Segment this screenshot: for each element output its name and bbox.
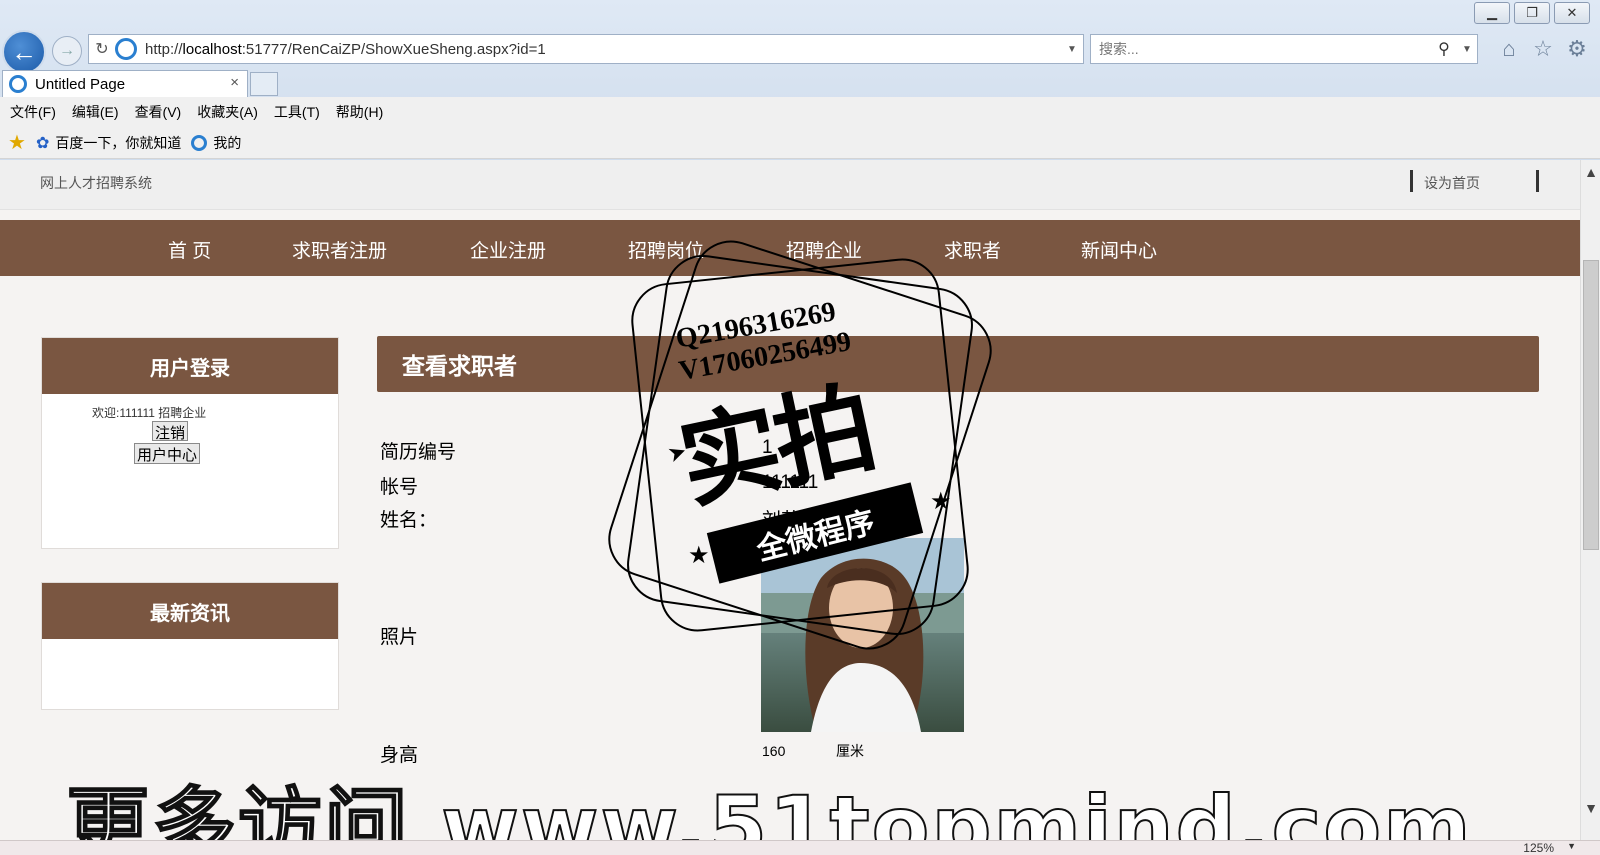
- news-panel: 最新资讯: [41, 582, 339, 710]
- resume-id-value: 1: [762, 437, 773, 458]
- set-home-link[interactable]: 设为首页: [1424, 173, 1480, 193]
- favorites-bar: ★ ✿ 百度一下，你就知道 我的: [0, 127, 1600, 159]
- vertical-scrollbar[interactable]: ▲ ▼: [1580, 160, 1600, 840]
- photo-label: 照片: [380, 627, 419, 648]
- ie-page-icon: [115, 38, 137, 60]
- scroll-up-icon[interactable]: ▲: [1581, 164, 1600, 180]
- forward-arrow-icon[interactable]: →: [52, 36, 82, 66]
- nav-jobseeker-register[interactable]: 求职者注册: [292, 236, 387, 263]
- search-icon[interactable]: ⚲: [1431, 39, 1457, 59]
- height-label: 身高: [380, 745, 419, 766]
- account-label: 帐号: [380, 477, 419, 498]
- restore-icon[interactable]: ❐: [1514, 2, 1550, 24]
- news-panel-title: 最新资讯: [42, 583, 338, 639]
- height-unit: 厘米: [836, 743, 864, 759]
- user-center-button[interactable]: 用户中心: [134, 443, 201, 464]
- url-host: localhost: [182, 40, 242, 58]
- scroll-thumb[interactable]: [1583, 260, 1599, 550]
- favorites-star-icon[interactable]: ★: [8, 130, 26, 155]
- star-icon[interactable]: ☆: [1528, 34, 1558, 64]
- nav-home[interactable]: 首 页: [168, 236, 211, 263]
- resume-id-label: 简历编号: [380, 442, 457, 463]
- search-dropdown-icon[interactable]: ▼: [1457, 44, 1477, 55]
- height-value: 160: [762, 743, 786, 759]
- back-arrow-icon[interactable]: ←: [2, 30, 46, 74]
- url-prefix: http://: [145, 40, 183, 58]
- nav-hiring-companies[interactable]: 招聘企业: [786, 236, 862, 263]
- site-topbar: 网上人才招聘系统 设为首页: [0, 160, 1580, 210]
- status-bar: 125% ▼: [0, 840, 1600, 855]
- tab-close-icon[interactable]: ×: [230, 74, 239, 91]
- gear-icon[interactable]: ⚙: [1562, 34, 1592, 64]
- account-value: 111111: [762, 472, 819, 493]
- close-window-icon[interactable]: ✕: [1554, 2, 1590, 24]
- ie-tab-icon: [9, 75, 27, 93]
- browser-chrome: ▁ ❐ ✕ ← → ↻ http://localhost:51777/RenCa…: [0, 0, 1600, 161]
- baidu-paw-icon: ✿: [35, 134, 50, 152]
- menu-file[interactable]: 文件(F): [10, 102, 56, 122]
- scroll-down-icon[interactable]: ▼: [1581, 800, 1600, 816]
- nav-news-center[interactable]: 新闻中心: [1081, 236, 1157, 263]
- topbar-divider: [1536, 170, 1539, 192]
- login-panel-title: 用户登录: [42, 338, 338, 394]
- minimize-icon[interactable]: ▁: [1474, 2, 1510, 24]
- nav-company-register[interactable]: 企业注册: [470, 236, 546, 263]
- window-controls: ▁ ❐ ✕: [1474, 2, 1590, 24]
- url-text[interactable]: http://localhost:51777/RenCaiZP/ShowXueS…: [145, 41, 1061, 58]
- menu-view[interactable]: 查看(V): [135, 102, 182, 122]
- menu-bar: 文件(F) 编辑(E) 查看(V) 收藏夹(A) 工具(T) 帮助(H): [0, 97, 1600, 127]
- tab-title: Untitled Page: [35, 75, 126, 93]
- ie-favorite-icon: [191, 134, 208, 151]
- main-nav: 首 页 求职者注册 企业注册 招聘岗位 招聘企业 求职者 新闻中心: [0, 220, 1580, 276]
- topbar-divider: [1410, 170, 1413, 192]
- zoom-level[interactable]: 125%: [1523, 841, 1554, 855]
- search-input[interactable]: [1099, 41, 1431, 57]
- jobseeker-photo: [761, 538, 964, 732]
- search-box[interactable]: ⚲ ▼: [1090, 34, 1478, 64]
- tab-row: Untitled Page ×: [0, 70, 1600, 97]
- navigation-row: ← → ↻ http://localhost:51777/RenCaiZP/Sh…: [0, 30, 1600, 74]
- name-value: 刘若: [762, 510, 801, 531]
- nav-job-positions[interactable]: 招聘岗位: [628, 236, 704, 263]
- url-path: :51777/RenCaiZP/ShowXueSheng.aspx?id=1: [241, 40, 546, 58]
- favorite-link-mine[interactable]: 我的: [213, 133, 241, 153]
- address-bar[interactable]: ↻ http://localhost:51777/RenCaiZP/ShowXu…: [88, 34, 1084, 64]
- new-tab-button[interactable]: [250, 72, 278, 96]
- logout-button[interactable]: 注销: [152, 421, 189, 442]
- refresh-icon[interactable]: ↻: [89, 39, 115, 59]
- menu-favorites[interactable]: 收藏夹(A): [197, 102, 258, 122]
- menu-help[interactable]: 帮助(H): [336, 102, 383, 122]
- menu-edit[interactable]: 编辑(E): [72, 102, 119, 122]
- nav-jobseekers[interactable]: 求职者: [944, 236, 1001, 263]
- portrait-illustration: [761, 538, 964, 732]
- name-label: 姓名：: [380, 510, 438, 531]
- home-icon[interactable]: ⌂: [1494, 34, 1524, 64]
- content-title: 查看求职者: [377, 336, 1539, 392]
- site-name: 网上人才招聘系统: [40, 175, 152, 191]
- zoom-dropdown-icon[interactable]: ▼: [1567, 841, 1576, 851]
- address-dropdown-icon[interactable]: ▼: [1061, 44, 1083, 55]
- menu-tools[interactable]: 工具(T): [274, 102, 320, 122]
- tab-active[interactable]: Untitled Page ×: [2, 70, 248, 97]
- favorite-link-baidu[interactable]: 百度一下，你就知道: [55, 133, 181, 153]
- page-viewport: 网上人才招聘系统 设为首页 首 页 求职者注册 企业注册 招聘岗位 招聘企业 求…: [0, 160, 1580, 840]
- welcome-text: 欢迎:111111 招聘企业: [92, 406, 207, 420]
- login-panel: 用户登录 欢迎:111111 招聘企业 注销 用户中心: [41, 337, 339, 549]
